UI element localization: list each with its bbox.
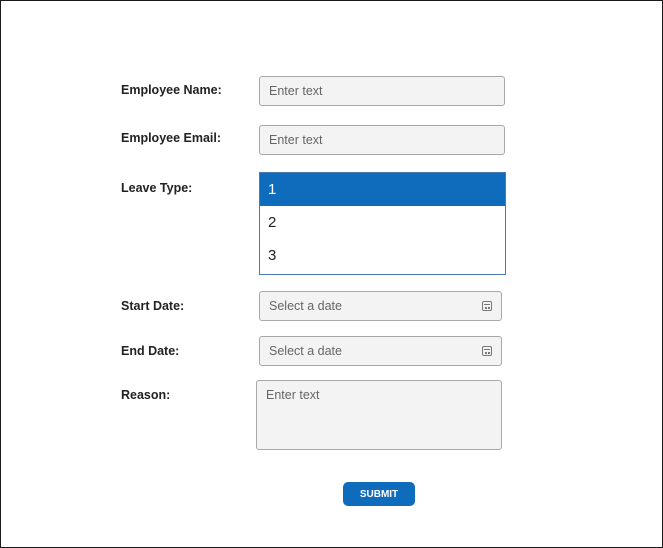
end-date-label: End Date: (121, 344, 180, 358)
calendar-icon[interactable] (482, 346, 492, 356)
leave-type-option-2[interactable]: 2 (260, 206, 505, 239)
leave-type-label: Leave Type: (121, 181, 193, 195)
start-date-label: Start Date: (121, 299, 185, 313)
employee-name-input[interactable]: Enter text (259, 76, 505, 106)
leave-type-option-1[interactable]: 1 (260, 173, 505, 206)
end-date-picker[interactable]: Select a date (259, 336, 502, 366)
employee-email-input[interactable]: Enter text (259, 125, 505, 155)
employee-email-placeholder: Enter text (269, 133, 323, 147)
employee-name-label: Employee Name: (121, 83, 222, 97)
reason-placeholder: Enter text (266, 388, 320, 402)
start-date-picker[interactable]: Select a date (259, 291, 502, 321)
reason-textarea[interactable]: Enter text (256, 380, 502, 450)
calendar-icon[interactable] (482, 301, 492, 311)
leave-type-option-3[interactable]: 3 (260, 239, 505, 272)
employee-email-label: Employee Email: (121, 131, 222, 145)
leave-type-listbox[interactable]: 1 2 3 (259, 172, 506, 275)
start-date-placeholder: Select a date (269, 299, 342, 313)
end-date-placeholder: Select a date (269, 344, 342, 358)
leave-request-form: Employee Name: Enter text Employee Email… (0, 0, 663, 548)
submit-button[interactable]: SUBMIT (343, 482, 415, 506)
employee-name-placeholder: Enter text (269, 84, 323, 98)
reason-label: Reason: (121, 388, 171, 402)
